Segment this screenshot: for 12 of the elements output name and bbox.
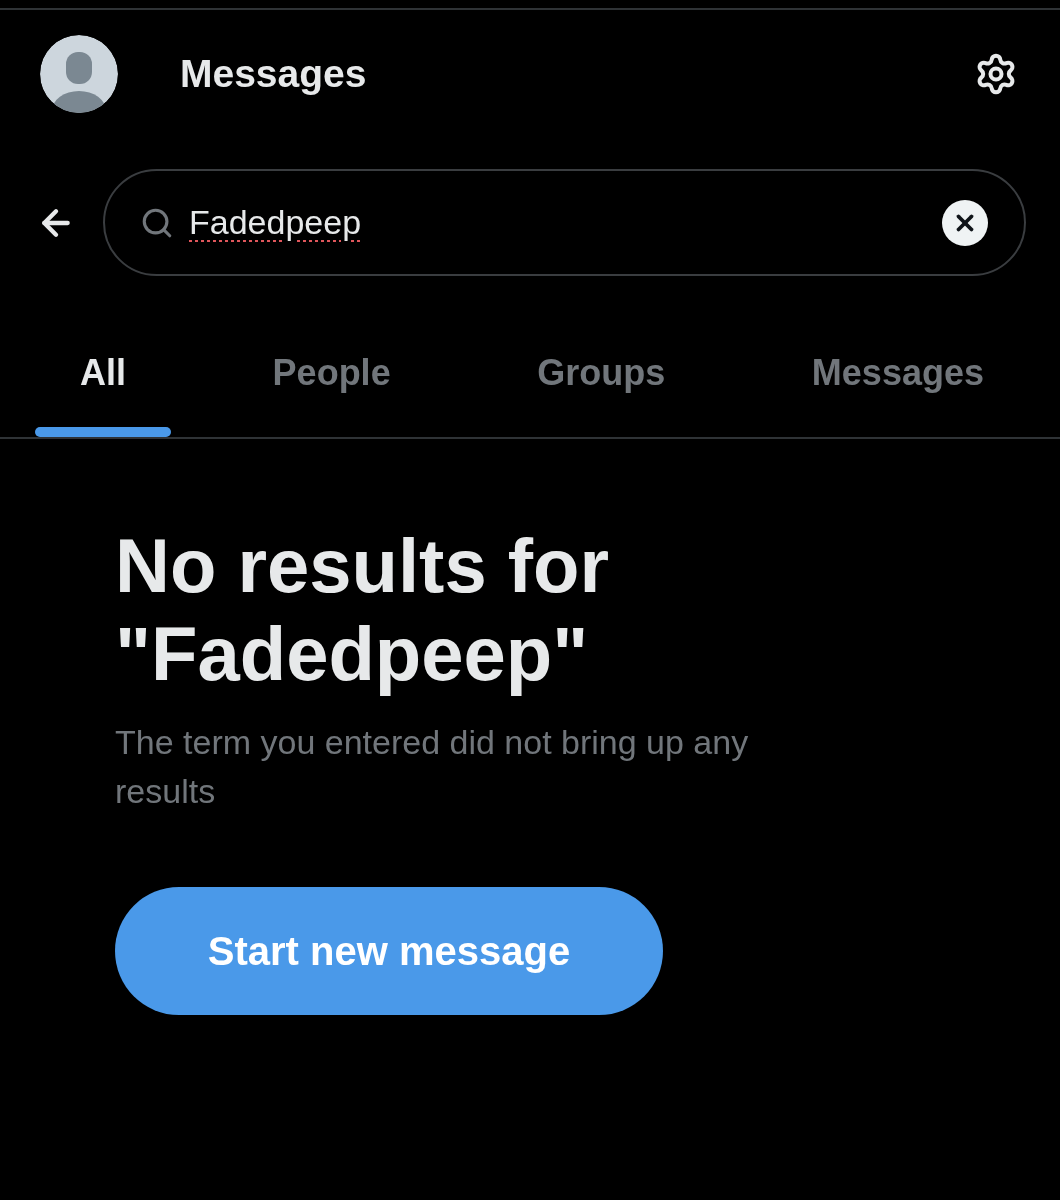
tab[interactable]: People xyxy=(227,316,436,437)
clear-button[interactable] xyxy=(942,199,988,246)
search-input[interactable]: Fadedpeep xyxy=(189,197,927,248)
tab[interactable]: All xyxy=(35,316,171,437)
tab[interactable]: Groups xyxy=(492,316,711,437)
search-field[interactable]: Fadedpeep xyxy=(103,169,1026,276)
start-new-message-button[interactable]: Start new message xyxy=(115,887,663,1015)
avatar-silhouette-icon[interactable] xyxy=(40,35,118,113)
tab[interactable]: Messages xyxy=(766,316,1029,437)
empty-state-title: No results for "Fadedpeep" xyxy=(115,522,611,698)
page-title: Messages xyxy=(180,51,367,97)
empty-state-message: The term you entered did not bring up any results xyxy=(115,722,750,812)
